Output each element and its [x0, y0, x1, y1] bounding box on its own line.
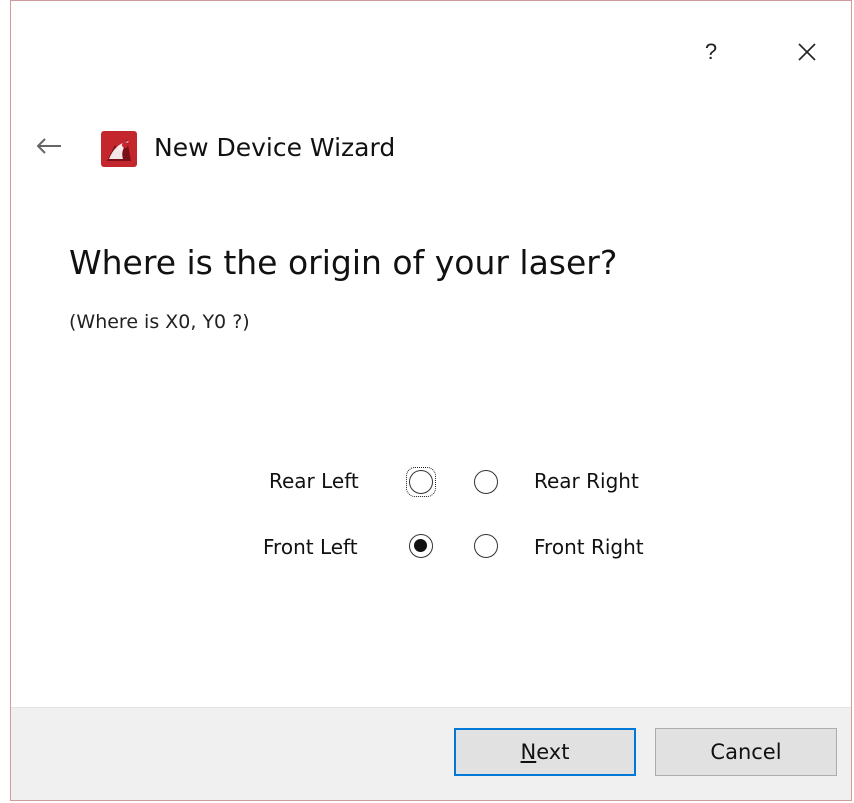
front-left-label: Front Left	[263, 535, 358, 559]
wizard-footer: Next Cancel	[11, 707, 851, 800]
next-button[interactable]: Next	[454, 728, 636, 776]
front-right-radio[interactable]	[474, 534, 498, 558]
rear-right-radio[interactable]	[474, 470, 498, 494]
page-subheading: (Where is X0, Y0 ?)	[69, 311, 250, 333]
close-icon	[798, 43, 816, 61]
wizard-header: New Device Wizard	[11, 127, 851, 171]
arrow-left-icon	[36, 138, 61, 154]
help-button[interactable]: ?	[691, 37, 731, 67]
wizard-title: New Device Wizard	[154, 133, 396, 162]
next-label-rest: ext	[536, 740, 570, 764]
rear-left-label: Rear Left	[269, 469, 359, 493]
rear-right-label: Rear Right	[534, 469, 639, 493]
titlebar-controls: ?	[11, 37, 851, 67]
lightburn-logo-icon	[101, 131, 137, 167]
page-heading: Where is the origin of your laser?	[69, 243, 618, 282]
back-button[interactable]	[29, 129, 69, 163]
wizard-window: ? New Device Wizard Where is the origin …	[10, 0, 852, 801]
rear-left-radio[interactable]	[409, 470, 433, 494]
front-right-label: Front Right	[534, 535, 644, 559]
close-button[interactable]	[787, 37, 827, 67]
front-left-radio[interactable]	[409, 534, 433, 558]
cancel-button[interactable]: Cancel	[655, 728, 837, 776]
next-accelerator: N	[520, 740, 537, 764]
